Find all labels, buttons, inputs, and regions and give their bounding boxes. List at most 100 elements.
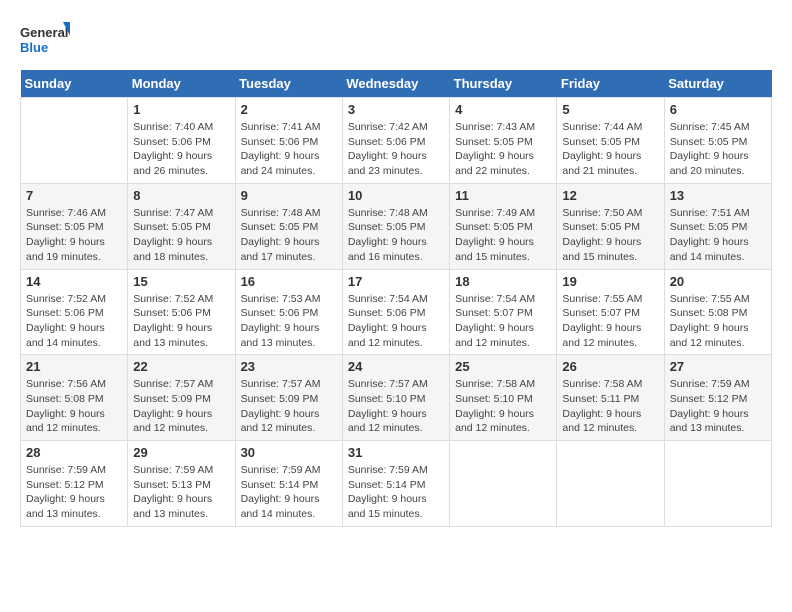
day-info: Sunrise: 7:46 AM Sunset: 5:05 PM Dayligh…	[26, 206, 122, 265]
logo: General Blue	[20, 20, 70, 60]
day-number: 29	[133, 445, 229, 460]
calendar-cell: 24 Sunrise: 7:57 AM Sunset: 5:10 PM Dayli…	[342, 355, 449, 441]
calendar-cell: 28 Sunrise: 7:59 AM Sunset: 5:12 PM Dayli…	[21, 441, 128, 527]
day-info: Sunrise: 7:42 AM Sunset: 5:06 PM Dayligh…	[348, 120, 444, 179]
day-number: 8	[133, 188, 229, 203]
day-number: 7	[26, 188, 122, 203]
calendar-cell: 8Sunrise: 7:47 AM Sunset: 5:05 PM Daylig…	[128, 183, 235, 269]
weekday-header-cell: Saturday	[664, 70, 771, 98]
day-info: Sunrise: 7:58 AM Sunset: 5:11 PM Dayligh…	[562, 377, 658, 436]
svg-text:Blue: Blue	[20, 40, 48, 55]
calendar-cell: 23 Sunrise: 7:57 AM Sunset: 5:09 PM Dayli…	[235, 355, 342, 441]
calendar-cell: 15 Sunrise: 7:52 AM Sunset: 5:06 PM Dayli…	[128, 269, 235, 355]
calendar-cell: 11 Sunrise: 7:49 AM Sunset: 5:05 PM Dayli…	[450, 183, 557, 269]
day-number: 5	[562, 102, 658, 117]
calendar-cell: 5Sunrise: 7:44 AM Sunset: 5:05 PM Daylig…	[557, 98, 664, 184]
calendar-cell: 7 Sunrise: 7:46 AM Sunset: 5:05 PM Daylig…	[21, 183, 128, 269]
calendar-cell: 26Sunrise: 7:58 AM Sunset: 5:11 PM Dayli…	[557, 355, 664, 441]
day-info: Sunrise: 7:49 AM Sunset: 5:05 PM Dayligh…	[455, 206, 551, 265]
weekday-header-cell: Wednesday	[342, 70, 449, 98]
day-info: Sunrise: 7:51 AM Sunset: 5:05 PM Dayligh…	[670, 206, 766, 265]
day-info: Sunrise: 7:50 AM Sunset: 5:05 PM Dayligh…	[562, 206, 658, 265]
day-number: 27	[670, 359, 766, 374]
day-number: 2	[241, 102, 337, 117]
calendar-cell: 27 Sunrise: 7:59 AM Sunset: 5:12 PM Dayli…	[664, 355, 771, 441]
calendar-cell: 22 Sunrise: 7:57 AM Sunset: 5:09 PM Dayli…	[128, 355, 235, 441]
calendar-week-row: 28 Sunrise: 7:59 AM Sunset: 5:12 PM Dayli…	[21, 441, 772, 527]
calendar-week-row: 7 Sunrise: 7:46 AM Sunset: 5:05 PM Daylig…	[21, 183, 772, 269]
logo-svg: General Blue	[20, 20, 70, 60]
day-number: 24	[348, 359, 444, 374]
day-info: Sunrise: 7:55 AM Sunset: 5:08 PM Dayligh…	[670, 292, 766, 351]
day-number: 22	[133, 359, 229, 374]
calendar-cell: 31 Sunrise: 7:59 AM Sunset: 5:14 PM Dayli…	[342, 441, 449, 527]
day-info: Sunrise: 7:55 AM Sunset: 5:07 PM Dayligh…	[562, 292, 658, 351]
calendar-cell	[557, 441, 664, 527]
day-number: 1	[133, 102, 229, 117]
day-info: Sunrise: 7:59 AM Sunset: 5:12 PM Dayligh…	[670, 377, 766, 436]
day-number: 3	[348, 102, 444, 117]
day-number: 13	[670, 188, 766, 203]
calendar-cell	[450, 441, 557, 527]
day-number: 6	[670, 102, 766, 117]
weekday-header-cell: Tuesday	[235, 70, 342, 98]
day-info: Sunrise: 7:52 AM Sunset: 5:06 PM Dayligh…	[133, 292, 229, 351]
day-number: 10	[348, 188, 444, 203]
weekday-header-cell: Sunday	[21, 70, 128, 98]
day-info: Sunrise: 7:59 AM Sunset: 5:13 PM Dayligh…	[133, 463, 229, 522]
calendar-table: SundayMondayTuesdayWednesdayThursdayFrid…	[20, 70, 772, 527]
day-info: Sunrise: 7:40 AM Sunset: 5:06 PM Dayligh…	[133, 120, 229, 179]
day-info: Sunrise: 7:54 AM Sunset: 5:07 PM Dayligh…	[455, 292, 551, 351]
calendar-cell: 30 Sunrise: 7:59 AM Sunset: 5:14 PM Dayli…	[235, 441, 342, 527]
day-number: 11	[455, 188, 551, 203]
calendar-cell: 18 Sunrise: 7:54 AM Sunset: 5:07 PM Dayli…	[450, 269, 557, 355]
day-number: 16	[241, 274, 337, 289]
calendar-cell: 3 Sunrise: 7:42 AM Sunset: 5:06 PM Daylig…	[342, 98, 449, 184]
day-info: Sunrise: 7:45 AM Sunset: 5:05 PM Dayligh…	[670, 120, 766, 179]
day-number: 25	[455, 359, 551, 374]
page-header: General Blue	[20, 20, 772, 60]
day-info: Sunrise: 7:59 AM Sunset: 5:14 PM Dayligh…	[241, 463, 337, 522]
weekday-header-cell: Monday	[128, 70, 235, 98]
calendar-cell: 14Sunrise: 7:52 AM Sunset: 5:06 PM Dayli…	[21, 269, 128, 355]
day-info: Sunrise: 7:54 AM Sunset: 5:06 PM Dayligh…	[348, 292, 444, 351]
day-number: 30	[241, 445, 337, 460]
calendar-cell: 9Sunrise: 7:48 AM Sunset: 5:05 PM Daylig…	[235, 183, 342, 269]
calendar-cell: 4 Sunrise: 7:43 AM Sunset: 5:05 PM Daylig…	[450, 98, 557, 184]
day-info: Sunrise: 7:48 AM Sunset: 5:05 PM Dayligh…	[348, 206, 444, 265]
calendar-cell: 2 Sunrise: 7:41 AM Sunset: 5:06 PM Daylig…	[235, 98, 342, 184]
weekday-header-row: SundayMondayTuesdayWednesdayThursdayFrid…	[21, 70, 772, 98]
day-info: Sunrise: 7:58 AM Sunset: 5:10 PM Dayligh…	[455, 377, 551, 436]
day-info: Sunrise: 7:57 AM Sunset: 5:09 PM Dayligh…	[133, 377, 229, 436]
calendar-week-row: 21Sunrise: 7:56 AM Sunset: 5:08 PM Dayli…	[21, 355, 772, 441]
calendar-cell: 20 Sunrise: 7:55 AM Sunset: 5:08 PM Dayli…	[664, 269, 771, 355]
calendar-cell	[664, 441, 771, 527]
calendar-week-row: 1 Sunrise: 7:40 AM Sunset: 5:06 PM Daylig…	[21, 98, 772, 184]
weekday-header-cell: Friday	[557, 70, 664, 98]
day-number: 9	[241, 188, 337, 203]
calendar-body: 1 Sunrise: 7:40 AM Sunset: 5:06 PM Daylig…	[21, 98, 772, 527]
day-info: Sunrise: 7:43 AM Sunset: 5:05 PM Dayligh…	[455, 120, 551, 179]
day-number: 20	[670, 274, 766, 289]
calendar-cell	[21, 98, 128, 184]
day-number: 28	[26, 445, 122, 460]
calendar-cell: 19 Sunrise: 7:55 AM Sunset: 5:07 PM Dayli…	[557, 269, 664, 355]
day-number: 4	[455, 102, 551, 117]
day-number: 31	[348, 445, 444, 460]
day-info: Sunrise: 7:57 AM Sunset: 5:10 PM Dayligh…	[348, 377, 444, 436]
day-number: 23	[241, 359, 337, 374]
day-info: Sunrise: 7:59 AM Sunset: 5:12 PM Dayligh…	[26, 463, 122, 522]
day-info: Sunrise: 7:52 AM Sunset: 5:06 PM Dayligh…	[26, 292, 122, 351]
day-number: 18	[455, 274, 551, 289]
calendar-cell: 13 Sunrise: 7:51 AM Sunset: 5:05 PM Dayli…	[664, 183, 771, 269]
day-number: 19	[562, 274, 658, 289]
calendar-cell: 25 Sunrise: 7:58 AM Sunset: 5:10 PM Dayli…	[450, 355, 557, 441]
calendar-cell: 1 Sunrise: 7:40 AM Sunset: 5:06 PM Daylig…	[128, 98, 235, 184]
calendar-cell: 6 Sunrise: 7:45 AM Sunset: 5:05 PM Daylig…	[664, 98, 771, 184]
day-number: 15	[133, 274, 229, 289]
day-info: Sunrise: 7:41 AM Sunset: 5:06 PM Dayligh…	[241, 120, 337, 179]
day-info: Sunrise: 7:59 AM Sunset: 5:14 PM Dayligh…	[348, 463, 444, 522]
day-info: Sunrise: 7:57 AM Sunset: 5:09 PM Dayligh…	[241, 377, 337, 436]
calendar-cell: 10 Sunrise: 7:48 AM Sunset: 5:05 PM Dayli…	[342, 183, 449, 269]
day-info: Sunrise: 7:56 AM Sunset: 5:08 PM Dayligh…	[26, 377, 122, 436]
